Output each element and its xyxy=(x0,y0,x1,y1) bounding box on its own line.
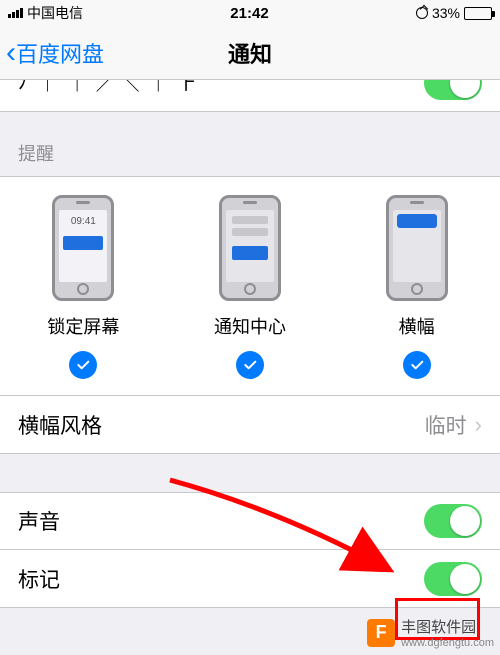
check-icon xyxy=(69,351,97,379)
chevron-right-icon: › xyxy=(475,412,482,438)
watermark-logo-icon: F xyxy=(367,619,395,647)
alert-option-notification-center[interactable]: 通知中心 xyxy=(175,195,325,379)
battery-pct: 33% xyxy=(432,5,460,21)
status-right: 33% xyxy=(416,5,492,21)
sounds-row[interactable]: 声音 xyxy=(0,492,500,550)
allow-notifications-toggle[interactable] xyxy=(424,80,482,100)
status-time: 21:42 xyxy=(230,5,268,22)
battery-icon xyxy=(464,7,492,20)
notification-center-preview-icon xyxy=(219,195,281,301)
nav-bar: ‹ 百度网盘 通知 xyxy=(0,26,500,80)
check-icon xyxy=(236,351,264,379)
alert-option-label: 横幅 xyxy=(399,313,435,339)
alert-option-lockscreen[interactable]: 09:41 锁定屏幕 xyxy=(8,195,158,379)
sounds-label: 声音 xyxy=(18,506,60,536)
status-bar: 中国电信 21:42 33% xyxy=(0,0,500,26)
banner-style-label: 横幅风格 xyxy=(18,410,102,440)
lockscreen-preview-icon: 09:41 xyxy=(52,195,114,301)
carrier-label: 中国电信 xyxy=(27,3,83,23)
watermark-url: www.dgfengtu.com xyxy=(401,637,494,649)
badges-toggle[interactable] xyxy=(424,562,482,596)
sounds-toggle[interactable] xyxy=(424,504,482,538)
banner-preview-icon xyxy=(386,195,448,301)
alerts-section-header: 提醒 xyxy=(0,112,500,176)
status-left: 中国电信 xyxy=(8,3,83,23)
banner-style-row[interactable]: 横幅风格 临时 › xyxy=(0,396,500,454)
alerts-panel: 09:41 锁定屏幕 通知中心 横幅 xyxy=(0,176,500,396)
watermark: F 丰图软件园 www.dgfengtu.com xyxy=(367,616,494,649)
allow-notifications-row[interactable]: ﾉ ｜ ｜ ╱╲ ｜ ⺊ xyxy=(0,80,500,112)
badges-label: 标记 xyxy=(18,564,60,594)
signal-icon xyxy=(8,8,23,18)
watermark-name: 丰图软件园 xyxy=(401,616,494,637)
page-title: 通知 xyxy=(0,37,500,69)
alert-option-label: 通知中心 xyxy=(214,313,286,339)
alert-option-banners[interactable]: 横幅 xyxy=(342,195,492,379)
alert-option-label: 锁定屏幕 xyxy=(47,313,119,339)
check-icon xyxy=(403,351,431,379)
rotation-lock-icon xyxy=(416,7,428,19)
allow-notifications-label: ﾉ ｜ ｜ ╱╲ ｜ ⺊ xyxy=(18,80,200,95)
banner-style-value: 临时 xyxy=(425,410,467,440)
